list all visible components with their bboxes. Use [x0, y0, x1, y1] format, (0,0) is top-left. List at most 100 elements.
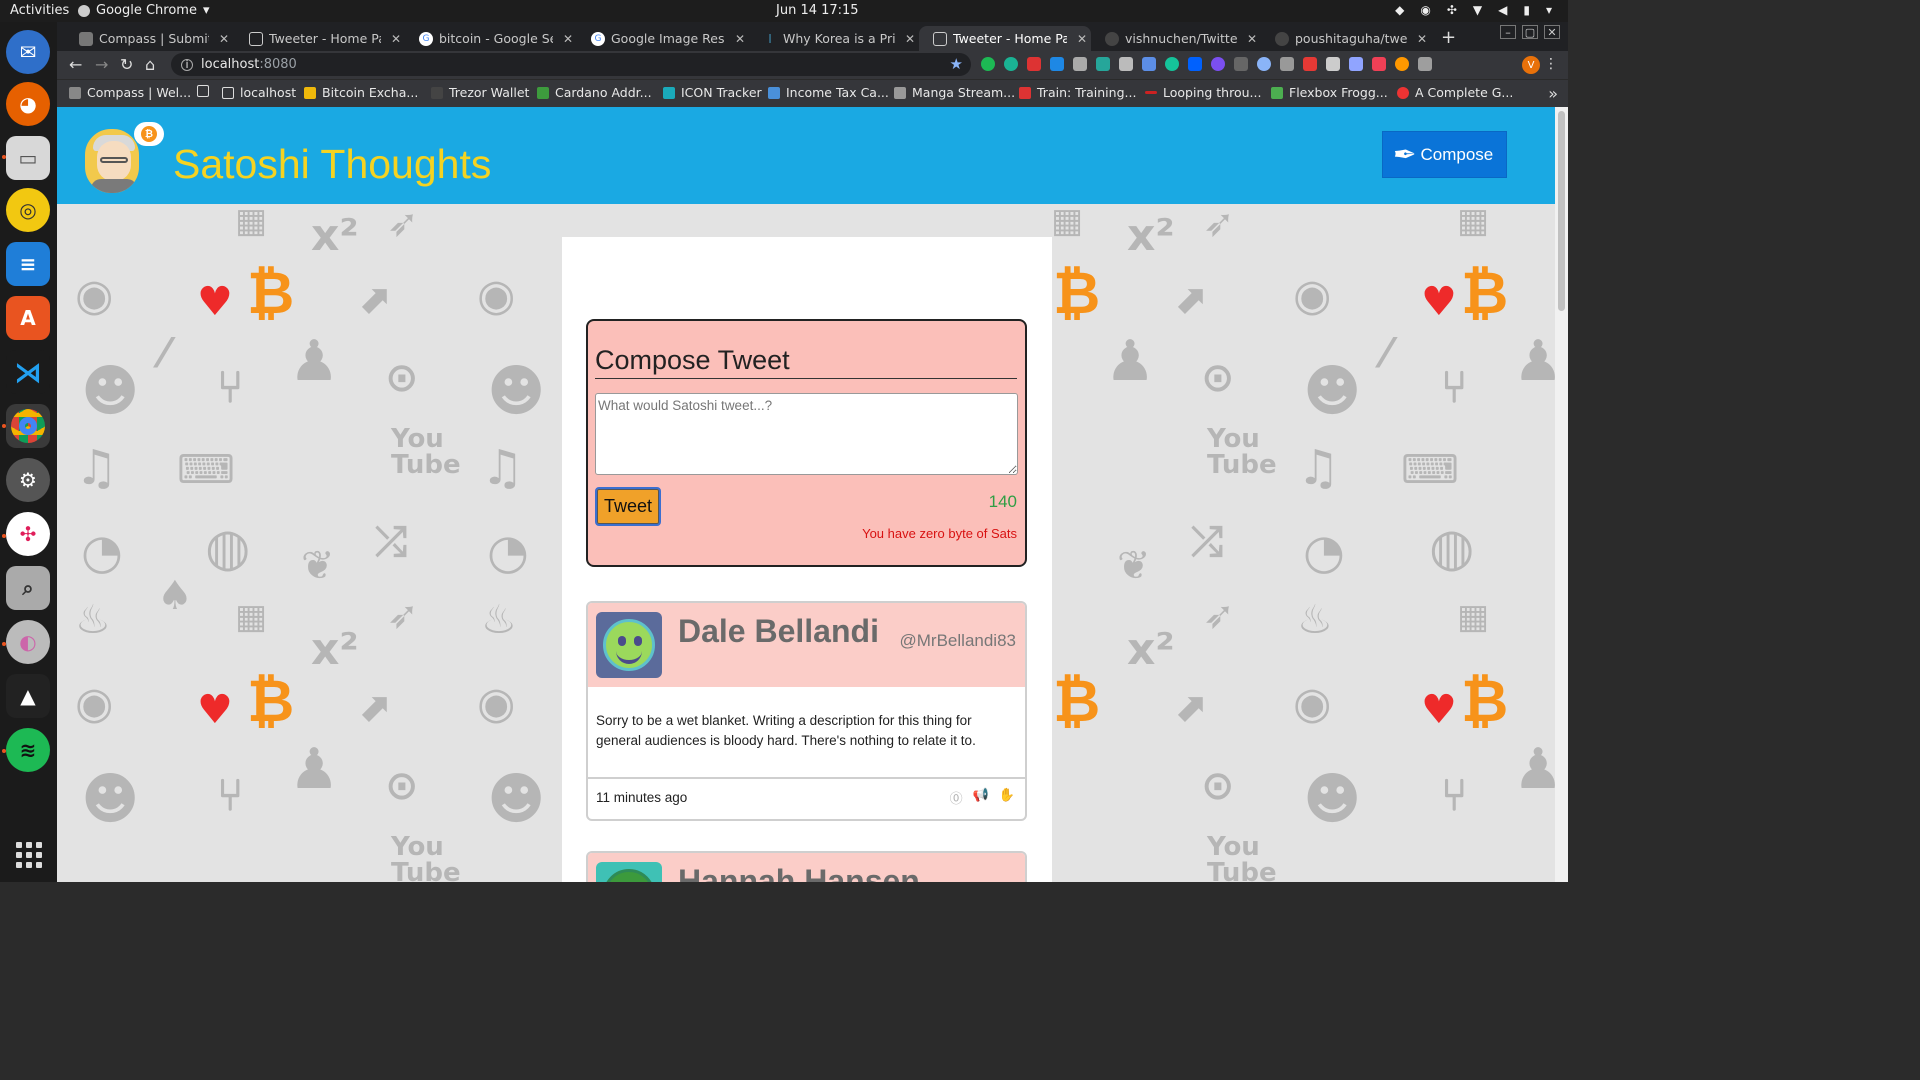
inkscape-icon[interactable]: ▲ [6, 674, 50, 718]
browser-tab[interactable]: Compass | Submit Pr ✕ [65, 26, 233, 51]
bookmark-item[interactable]: Flexbox Frogg... [1271, 85, 1388, 100]
compass-icon[interactable]: ◐ [6, 620, 50, 664]
bitcoin-tip-icon[interactable]: ⓪ [950, 788, 963, 807]
extension-icon[interactable] [981, 57, 995, 71]
bookmark-item[interactable] [197, 85, 209, 97]
dropbox-icon[interactable]: ◆ [1395, 3, 1404, 17]
site-title[interactable]: Satoshi Thoughts [173, 141, 491, 188]
scrollbar-thumb[interactable] [1558, 111, 1565, 311]
avatar[interactable] [596, 862, 662, 882]
settings-icon[interactable]: ⚙ [6, 458, 50, 502]
rhythmbox-icon[interactable]: ◎ [6, 188, 50, 232]
browser-tab[interactable]: poushitaguha/tweet ✕ [1261, 26, 1431, 51]
vscode-icon[interactable]: ⋊ [6, 350, 50, 394]
spotify-icon[interactable]: ≋ [6, 728, 50, 772]
extension-icon[interactable] [1326, 57, 1340, 71]
extension-icon[interactable] [1188, 57, 1202, 71]
extension-icon[interactable] [1395, 57, 1409, 71]
profile-avatar[interactable]: V [1522, 56, 1540, 74]
bookmark-star-icon[interactable]: ★ [950, 55, 963, 73]
bookmark-item[interactable]: Train: Training... [1019, 85, 1136, 100]
extension-icon[interactable] [1418, 57, 1432, 71]
chrome-icon[interactable] [6, 404, 50, 448]
close-window-button[interactable]: ✕ [1544, 25, 1560, 39]
compose-button[interactable]: ✒ Compose [1382, 131, 1507, 178]
new-tab-button[interactable]: + [1441, 27, 1456, 48]
bookmark-item[interactable]: Cardano Addr... [537, 85, 652, 100]
close-icon[interactable]: ✕ [901, 32, 919, 46]
bookmark-item[interactable]: ICON Tracker [663, 85, 762, 100]
battery-icon[interactable]: ▮ [1523, 3, 1530, 17]
tweet-submit-button[interactable]: Tweet [595, 487, 661, 526]
address-bar[interactable]: i localhost:8080 ★ [171, 53, 971, 76]
close-icon[interactable]: ✕ [1243, 32, 1261, 46]
chrome-tray-icon[interactable]: ◉ [1420, 3, 1430, 17]
retweet-icon[interactable]: 📢 [973, 788, 989, 807]
software-center-icon[interactable]: A [6, 296, 50, 340]
firefox-icon[interactable]: ◕ [6, 82, 50, 126]
writer-icon[interactable]: ≡ [6, 242, 50, 286]
close-icon[interactable]: ✕ [215, 32, 233, 46]
extension-icon[interactable] [1280, 57, 1294, 71]
extension-icon[interactable] [1349, 57, 1363, 71]
browser-tab[interactable]: vishnuchen/Twitter- ✕ [1091, 26, 1261, 51]
bookmark-item[interactable]: Looping throu... [1145, 85, 1261, 100]
extension-icon[interactable] [1119, 57, 1133, 71]
extension-icon[interactable] [1165, 57, 1179, 71]
close-icon[interactable]: ✕ [1073, 32, 1091, 46]
extension-icon[interactable] [1234, 57, 1248, 71]
bookmark-item[interactable]: Bitcoin Excha... [304, 85, 418, 100]
extension-icon[interactable] [1211, 57, 1225, 71]
avatar[interactable] [596, 612, 662, 678]
menu-icon[interactable]: ⋮ [1544, 56, 1558, 72]
satoshi-avatar-logo[interactable] [83, 127, 141, 195]
like-icon[interactable]: ✋ [999, 788, 1015, 807]
bookmarks-overflow-icon[interactable]: » [1548, 84, 1558, 103]
extension-icon[interactable] [1096, 57, 1110, 71]
bookmark-item[interactable]: Income Tax Ca... [768, 85, 889, 100]
extension-icon[interactable] [1073, 57, 1087, 71]
extension-icon[interactable] [1303, 57, 1317, 71]
bookmark-item[interactable]: Compass | Wel... [69, 85, 191, 100]
extension-icon[interactable] [1142, 57, 1156, 71]
tweet-textarea[interactable] [595, 393, 1018, 475]
back-button[interactable]: ← [69, 55, 82, 74]
reload-button[interactable]: ↻ [120, 55, 133, 74]
bookmark-item[interactable]: Manga Stream... [894, 85, 1015, 100]
slack-tray-icon[interactable]: ✣ [1447, 3, 1457, 17]
extension-icon[interactable] [1027, 57, 1041, 71]
browser-tab[interactable]: G Google Image Result ✕ [577, 26, 749, 51]
extension-icon[interactable] [1050, 57, 1064, 71]
browser-tab[interactable]: | Why Korea is a Prime ✕ [749, 26, 919, 51]
close-icon[interactable]: ✕ [1413, 32, 1431, 46]
image-viewer-icon[interactable]: ⌕ [6, 566, 50, 610]
files-icon[interactable]: ▭ [6, 136, 50, 180]
volume-icon[interactable]: ◀ [1498, 3, 1507, 17]
app-menu[interactable]: Google Chrome ▾ [78, 3, 210, 18]
info-icon[interactable]: i [181, 58, 193, 71]
extension-icon[interactable] [1257, 57, 1271, 71]
wifi-icon[interactable]: ▼ [1473, 3, 1482, 17]
show-applications-icon[interactable] [16, 842, 42, 868]
page-scrollbar[interactable] [1555, 107, 1568, 882]
browser-tab[interactable]: G bitcoin - Google Searc ✕ [405, 26, 577, 51]
clock[interactable]: Jun 14 17:15 [776, 3, 859, 18]
thunderbird-icon[interactable]: ✉ [6, 30, 50, 74]
bookmark-item[interactable]: Trezor Wallet [431, 85, 529, 100]
slack-icon[interactable]: ✣ [6, 512, 50, 556]
close-icon[interactable]: ✕ [387, 32, 405, 46]
bookmark-item[interactable]: localhost [222, 85, 296, 100]
forward-button[interactable]: → [95, 55, 108, 74]
power-menu-icon[interactable]: ▾ [1546, 3, 1552, 17]
system-tray[interactable]: ◆ ◉ ✣ ▼ ◀ ▮ ▾ [1395, 3, 1552, 17]
close-icon[interactable]: ✕ [731, 32, 749, 46]
extension-icon[interactable] [1004, 57, 1018, 71]
browser-tab[interactable]: Tweeter - Home Page ✕ [235, 26, 405, 51]
activities-button[interactable]: Activities [10, 3, 69, 18]
minimize-button[interactable]: – [1500, 25, 1516, 39]
close-icon[interactable]: ✕ [559, 32, 577, 46]
bookmark-item[interactable]: A Complete G... [1397, 85, 1513, 100]
extension-icon[interactable] [1372, 57, 1386, 71]
home-button[interactable]: ⌂ [145, 55, 155, 74]
browser-tab-active[interactable]: Tweeter - Home Page ✕ [919, 26, 1091, 51]
